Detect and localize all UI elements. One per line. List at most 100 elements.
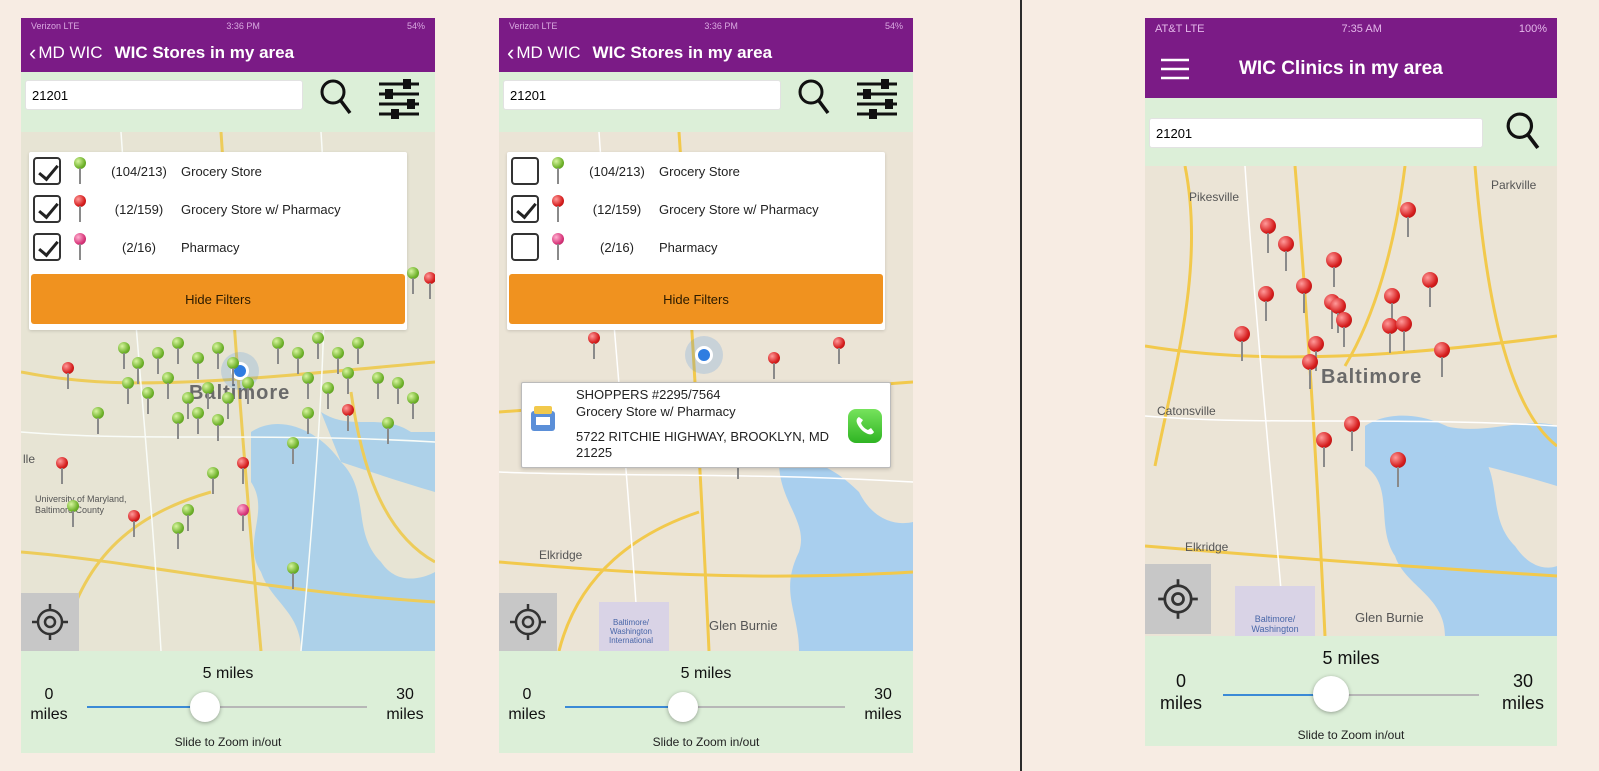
map-pin[interactable] bbox=[1335, 312, 1353, 348]
store-info-callout[interactable]: SHOPPERS #2295/7564 Grocery Store w/ Pha… bbox=[521, 382, 891, 468]
map-pin[interactable] bbox=[236, 457, 250, 485]
map-pin[interactable] bbox=[1343, 416, 1361, 452]
map-pin[interactable] bbox=[341, 404, 355, 432]
filter-row[interactable]: (12/159) Grocery Store w/ Pharmacy bbox=[29, 190, 407, 228]
map-pin[interactable] bbox=[1295, 278, 1313, 314]
page-title: WIC Clinics in my area bbox=[1239, 58, 1443, 79]
map-pin[interactable] bbox=[161, 372, 175, 400]
map-pin[interactable] bbox=[151, 347, 165, 375]
zoom-min-unit: miles bbox=[1159, 693, 1202, 713]
page-title: WIC Stores in my area bbox=[592, 43, 773, 62]
filter-checkbox[interactable] bbox=[33, 233, 61, 261]
map-pin[interactable] bbox=[406, 267, 420, 295]
map-pin[interactable] bbox=[381, 417, 395, 445]
zoom-slider-thumb[interactable] bbox=[1313, 676, 1349, 712]
map-pin[interactable] bbox=[211, 342, 225, 370]
map-pin[interactable] bbox=[286, 562, 300, 590]
back-label: MD WIC bbox=[38, 43, 103, 62]
nav-bar: ‹ MD WIC WIC Stores in my area bbox=[21, 34, 435, 72]
search-icon[interactable] bbox=[797, 78, 831, 116]
map-pin[interactable] bbox=[1399, 202, 1417, 238]
map-pin[interactable] bbox=[301, 372, 315, 400]
recenter-button[interactable] bbox=[1145, 564, 1211, 634]
map-pin[interactable] bbox=[406, 392, 420, 420]
map-pin[interactable] bbox=[1433, 342, 1451, 378]
map-pin[interactable] bbox=[171, 412, 185, 440]
filter-row[interactable]: (2/16) Pharmacy bbox=[29, 228, 407, 266]
map-pin[interactable] bbox=[391, 377, 405, 405]
map-pin[interactable] bbox=[341, 367, 355, 395]
hide-filters-button[interactable]: Hide Filters bbox=[509, 274, 883, 324]
map-pin[interactable] bbox=[1315, 432, 1333, 468]
map-pin[interactable] bbox=[423, 272, 435, 300]
filter-row[interactable]: (104/213) Grocery Store bbox=[29, 152, 407, 190]
back-button[interactable]: ‹ MD WIC bbox=[507, 42, 581, 64]
recenter-button[interactable] bbox=[499, 593, 557, 651]
map-pin[interactable] bbox=[1421, 272, 1439, 308]
map-pin[interactable] bbox=[226, 357, 240, 385]
recenter-button[interactable] bbox=[21, 593, 79, 651]
menu-icon[interactable] bbox=[1159, 56, 1191, 82]
map-pin[interactable] bbox=[117, 342, 131, 370]
map-pin[interactable] bbox=[91, 407, 105, 435]
map-pin[interactable] bbox=[311, 332, 325, 360]
map-pin[interactable] bbox=[1257, 286, 1275, 322]
filter-row[interactable]: (2/16) Pharmacy bbox=[507, 228, 885, 266]
map-pin[interactable] bbox=[767, 352, 781, 380]
map-pin[interactable] bbox=[191, 407, 205, 435]
map-pin[interactable] bbox=[121, 377, 135, 405]
map-pin[interactable] bbox=[61, 362, 75, 390]
back-button[interactable]: ‹ MD WIC bbox=[29, 42, 103, 64]
filter-row[interactable]: (12/159) Grocery Store w/ Pharmacy bbox=[507, 190, 885, 228]
map-pin[interactable] bbox=[1389, 452, 1407, 488]
filter-sliders-icon[interactable] bbox=[377, 78, 421, 120]
search-input[interactable] bbox=[25, 80, 303, 110]
map-pin[interactable] bbox=[191, 352, 205, 380]
map-pin[interactable] bbox=[1277, 236, 1295, 272]
call-store-button[interactable] bbox=[848, 409, 882, 443]
map-pin[interactable] bbox=[127, 510, 141, 538]
map-pin[interactable] bbox=[171, 337, 185, 365]
map-pin[interactable] bbox=[236, 504, 250, 532]
search-icon[interactable] bbox=[319, 78, 353, 116]
zoom-slider-track[interactable] bbox=[205, 706, 367, 708]
map-pin[interactable] bbox=[206, 467, 220, 495]
filter-checkbox[interactable] bbox=[511, 157, 539, 185]
zoom-slider-thumb[interactable] bbox=[190, 692, 220, 722]
map-pin[interactable] bbox=[141, 387, 155, 415]
map-pin[interactable] bbox=[241, 377, 255, 405]
map-pin[interactable] bbox=[271, 337, 285, 365]
map-pin[interactable] bbox=[211, 414, 225, 442]
map-pin[interactable] bbox=[1301, 354, 1319, 390]
search-input[interactable] bbox=[503, 80, 781, 110]
filter-checkbox[interactable] bbox=[511, 233, 539, 261]
filter-checkbox[interactable] bbox=[33, 195, 61, 223]
map-pin[interactable] bbox=[351, 337, 365, 365]
zoom-min-label: 0 miles bbox=[29, 685, 69, 725]
map-pin[interactable] bbox=[832, 337, 846, 365]
filter-row[interactable]: (104/213) Grocery Store bbox=[507, 152, 885, 190]
map-pin[interactable] bbox=[371, 372, 385, 400]
map-pin[interactable] bbox=[66, 500, 80, 528]
map-pin[interactable] bbox=[291, 347, 305, 375]
zoom-slider-track[interactable] bbox=[1331, 694, 1479, 696]
map-pin[interactable] bbox=[201, 382, 215, 410]
map-pin[interactable] bbox=[587, 332, 601, 360]
zoom-slider-thumb[interactable] bbox=[668, 692, 698, 722]
search-input[interactable] bbox=[1149, 118, 1483, 148]
hide-filters-button[interactable]: Hide Filters bbox=[31, 274, 405, 324]
filter-checkbox[interactable] bbox=[511, 195, 539, 223]
map-pin[interactable] bbox=[1395, 316, 1413, 352]
map-pin[interactable] bbox=[301, 407, 315, 435]
map-pin[interactable] bbox=[1325, 252, 1343, 288]
map-pin[interactable] bbox=[1259, 218, 1277, 254]
map-pin[interactable] bbox=[321, 382, 335, 410]
map-pin[interactable] bbox=[286, 437, 300, 465]
map-pin[interactable] bbox=[55, 457, 69, 485]
search-icon[interactable] bbox=[1505, 110, 1541, 152]
zoom-slider-track[interactable] bbox=[683, 706, 845, 708]
filter-checkbox[interactable] bbox=[33, 157, 61, 185]
filter-sliders-icon[interactable] bbox=[855, 78, 899, 120]
map-pin[interactable] bbox=[1233, 326, 1251, 362]
map-pin[interactable] bbox=[171, 522, 185, 550]
